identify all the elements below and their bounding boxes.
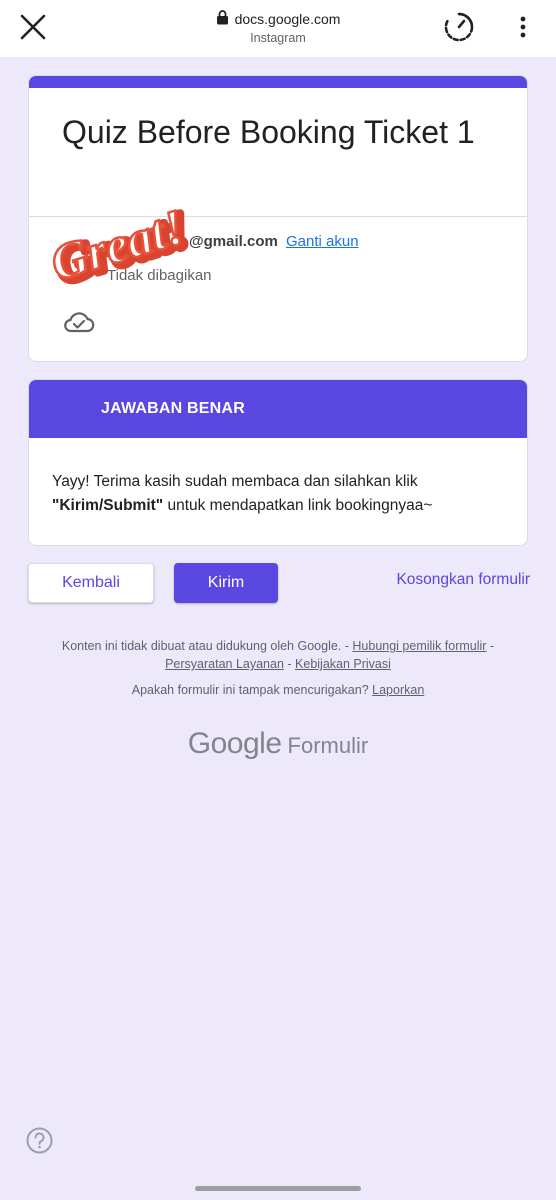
message-text-1: Yayy! Terima kasih sudah membaca dan sil… — [52, 473, 418, 490]
privacy-link[interactable]: Kebijakan Privasi — [295, 657, 391, 671]
message-bold: "Kirim/Submit" — [52, 497, 164, 514]
more-vert-icon[interactable] — [510, 10, 536, 44]
result-card: JAWABAN BENAR Yayy! Terima kasih sudah m… — [28, 379, 528, 546]
message-text-2: untuk mendapatkan link bookingnyaa~ — [163, 497, 433, 514]
brand-forms: Formulir — [287, 733, 369, 758]
result-header: JAWABAN BENAR — [29, 380, 527, 438]
terms-link[interactable]: Persyaratan Layanan — [165, 657, 284, 671]
form-accent-bar — [29, 76, 527, 88]
google-forms-logo: Google Formulir — [0, 727, 556, 761]
brand-google: Google — [187, 727, 282, 760]
disclaimer-text: Konten ini tidak dibuat atau didukung ol… — [61, 639, 353, 653]
back-button[interactable]: Kembali — [28, 563, 154, 603]
report-line: Apakah formulir ini tampak mencurigakan?… — [30, 683, 526, 697]
timer-icon[interactable] — [442, 10, 476, 44]
browser-top-bar: docs.google.com Instagram — [0, 0, 556, 57]
lock-icon — [216, 10, 229, 28]
form-title: Quiz Before Booking Ticket 1 — [62, 114, 475, 150]
help-icon[interactable] — [26, 1127, 53, 1154]
clear-form-button[interactable]: Kosongkan formulir — [360, 571, 530, 589]
sep-1: - — [486, 639, 495, 653]
footer-disclaimer: Konten ini tidak dibuat atau didukung ol… — [30, 637, 526, 673]
result-message: Yayy! Terima kasih sudah membaca dan sil… — [52, 470, 492, 518]
great-sticker: Great! Great! — [43, 188, 214, 298]
switch-account-link[interactable]: Ganti akun — [286, 233, 359, 250]
url-text: docs.google.com — [234, 11, 341, 27]
sep-2: - — [283, 657, 296, 671]
contact-owner-link[interactable]: Hubungi pemilik formulir — [352, 639, 486, 653]
home-indicator[interactable] — [195, 1186, 361, 1191]
result-heading: JAWABAN BENAR — [101, 400, 245, 417]
cloud-saved-icon — [63, 310, 95, 339]
submit-button[interactable]: Kirim — [174, 563, 278, 603]
suspicious-text: Apakah formulir ini tampak mencurigakan? — [131, 683, 373, 697]
report-link[interactable]: Laporkan — [372, 683, 424, 697]
account-row: @gmail.com Ganti akun — [189, 233, 359, 250]
